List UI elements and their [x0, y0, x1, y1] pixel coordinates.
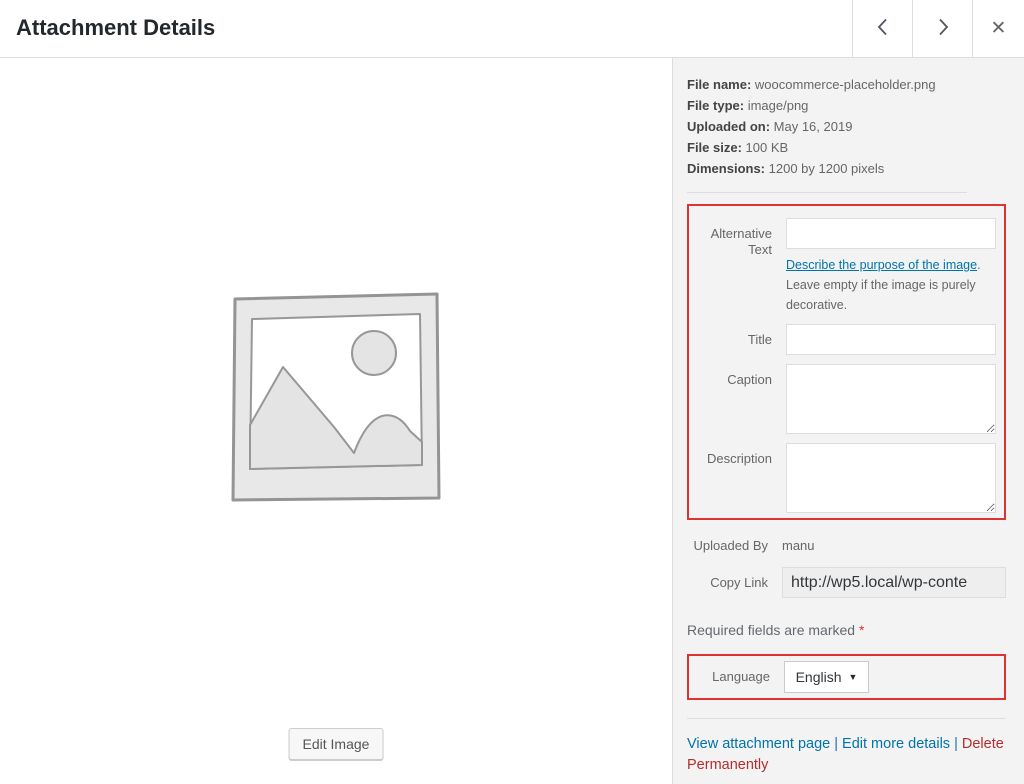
attachment-details-sidebar: File name: woocommerce-placeholder.png F… — [672, 58, 1024, 784]
meta-uploaded-on: Uploaded on: May 16, 2019 — [687, 116, 1006, 137]
required-fields-note: Required fields are marked * — [687, 622, 1006, 638]
description-textarea[interactable] — [786, 443, 996, 513]
copy-link-label: Copy Link — [687, 567, 782, 598]
description-label: Description — [691, 443, 786, 513]
alt-text-label: Alternative Text — [691, 218, 786, 315]
chevron-down-icon: ▼ — [849, 672, 858, 682]
previous-attachment-button[interactable] — [852, 0, 912, 57]
language-selected-value: English — [796, 669, 842, 685]
required-asterisk: * — [859, 622, 864, 638]
meta-filesize: File size: 100 KB — [687, 137, 1006, 158]
language-label: Language — [689, 661, 784, 693]
meta-dimensions: Dimensions: 1200 by 1200 pixels — [687, 158, 1006, 179]
caption-label: Caption — [691, 364, 786, 434]
alt-text-help: Describe the purpose of the image. Leave… — [786, 255, 996, 315]
language-annotation-box: Language English ▼ — [687, 654, 1006, 700]
file-metadata: File name: woocommerce-placeholder.png F… — [687, 74, 1006, 179]
title-setting: Title — [691, 324, 996, 355]
image-preview — [226, 287, 446, 512]
copy-link-setting: Copy Link — [687, 567, 1006, 598]
actions-divider — [687, 718, 1006, 719]
chevron-left-icon — [876, 17, 890, 40]
alt-text-input[interactable] — [786, 218, 996, 249]
language-setting: Language English ▼ — [689, 661, 1004, 693]
title-input[interactable] — [786, 324, 996, 355]
caption-setting: Caption — [691, 364, 996, 434]
alt-text-setting: Alternative Text Describe the purpose of… — [691, 218, 996, 315]
alt-text-help-link[interactable]: Describe the purpose of the image — [786, 258, 977, 272]
fields-annotation-box: Alternative Text Describe the purpose of… — [687, 204, 1006, 520]
meta-filetype: File type: image/png — [687, 95, 1006, 116]
copy-link-input[interactable] — [782, 567, 1006, 598]
title-label: Title — [691, 324, 786, 355]
meta-filename: File name: woocommerce-placeholder.png — [687, 74, 1006, 95]
chevron-right-icon — [936, 17, 950, 40]
edit-more-details-link[interactable]: Edit more details — [842, 736, 950, 752]
modal-body: Edit Image File name: woocommerce-placeh… — [0, 58, 1024, 784]
close-button[interactable]: ✕ — [972, 0, 1024, 57]
metadata-divider — [687, 192, 967, 193]
edit-image-button[interactable]: Edit Image — [289, 728, 384, 760]
page-title: Attachment Details — [0, 0, 852, 57]
attachment-action-links: View attachment page | Edit more details… — [687, 734, 1006, 776]
uploaded-by-setting: Uploaded By manu — [687, 530, 1006, 554]
uploaded-by-label: Uploaded By — [687, 530, 782, 554]
attachment-details-modal: Attachment Details ✕ Ed — [0, 0, 1024, 784]
view-attachment-page-link[interactable]: View attachment page — [687, 736, 830, 752]
attachment-preview-pane: Edit Image — [0, 58, 672, 784]
caption-textarea[interactable] — [786, 364, 996, 434]
modal-header: Attachment Details ✕ — [0, 0, 1024, 58]
image-placeholder-icon — [226, 287, 446, 507]
uploaded-by-value: manu — [782, 530, 1006, 554]
next-attachment-button[interactable] — [912, 0, 972, 57]
close-icon: ✕ — [991, 17, 1007, 40]
language-select[interactable]: English ▼ — [784, 661, 869, 693]
description-setting: Description — [691, 443, 996, 513]
